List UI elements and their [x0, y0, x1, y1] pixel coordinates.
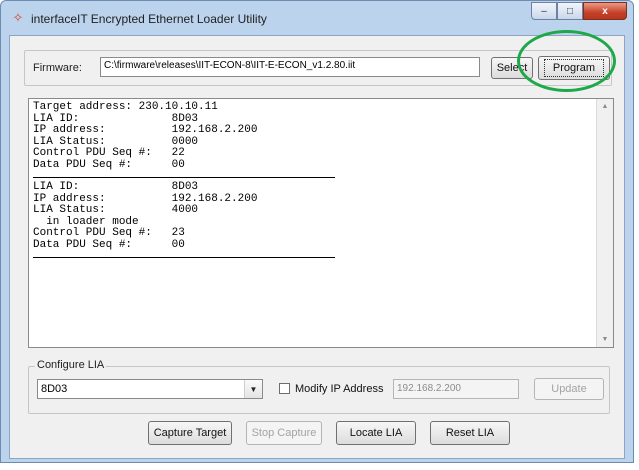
- firmware-path-field[interactable]: C:\firmware\releases\IIT-ECON-8\IIT-E-EC…: [100, 57, 480, 77]
- app-icon[interactable]: ✧: [11, 11, 25, 25]
- firmware-label: Firmware:: [33, 62, 82, 74]
- stop-capture-button[interactable]: Stop Capture: [246, 421, 322, 445]
- scroll-up-icon[interactable]: ▲: [597, 103, 613, 110]
- scroll-down-icon[interactable]: ▼: [597, 336, 613, 343]
- program-highlight-annotation: [517, 30, 616, 92]
- caption-buttons: – □ x: [531, 2, 627, 20]
- log-scrollbar[interactable]: ▲ ▼: [596, 99, 613, 347]
- log-line: Data PDU Seq #: 00: [33, 158, 185, 171]
- configure-lia-legend: Configure LIA: [35, 359, 107, 371]
- ip-address-field[interactable]: 192.168.2.200: [393, 379, 519, 399]
- lia-select-value: 8D03: [41, 383, 68, 395]
- modify-ip-checkbox[interactable]: [279, 383, 290, 394]
- close-icon: x: [602, 5, 608, 17]
- stop-capture-label: Stop Capture: [251, 427, 317, 439]
- client-area: Firmware: C:\firmware\releases\IIT-ECON-…: [9, 35, 625, 459]
- minimize-icon: –: [541, 5, 547, 17]
- reset-lia-label: Reset LIA: [445, 427, 495, 439]
- log-line: LIA Status: 4000: [33, 204, 199, 216]
- maximize-icon: □: [566, 5, 574, 17]
- log-separator: [33, 177, 335, 178]
- capture-target-label: Capture Target: [153, 427, 227, 439]
- log-line: Control PDU Seq #: 23: [33, 227, 185, 239]
- log-line: Data PDU Seq #: 00: [33, 238, 185, 251]
- chevron-down-icon[interactable]: ▼: [244, 380, 262, 398]
- log-line: IP address: 192.168.2.200: [33, 124, 258, 136]
- maximize-button[interactable]: □: [557, 2, 583, 20]
- modify-ip-label[interactable]: Modify IP Address: [295, 383, 383, 395]
- window-title: interfaceIT Encrypted Ethernet Loader Ut…: [31, 12, 267, 26]
- capture-target-button[interactable]: Capture Target: [148, 421, 232, 445]
- lia-select[interactable]: 8D03 ▼: [37, 379, 263, 399]
- log-line: LIA ID: 8D03: [33, 181, 199, 193]
- minimize-button[interactable]: –: [531, 2, 557, 20]
- status-log[interactable]: Target address: 230.10.10.11 LIA ID: 8D0…: [28, 98, 614, 348]
- log-separator: [33, 257, 335, 258]
- update-button-label: Update: [551, 383, 587, 395]
- reset-lia-button[interactable]: Reset LIA: [430, 421, 510, 445]
- close-button[interactable]: x: [583, 2, 627, 20]
- configure-lia-group: Configure LIA 8D03 ▼ Modify IP Address 1…: [28, 359, 610, 414]
- update-button[interactable]: Update: [534, 378, 604, 400]
- log-line: Control PDU Seq #: 22: [33, 147, 185, 159]
- locate-lia-label: Locate LIA: [349, 427, 403, 439]
- log-content: Target address: 230.10.10.11 LIA ID: 8D0…: [33, 101, 335, 262]
- title-bar[interactable]: ✧ interfaceIT Encrypted Ethernet Loader …: [1, 1, 633, 35]
- locate-lia-button[interactable]: Locate LIA: [336, 421, 416, 445]
- log-line: Target address: 230.10.10.11: [33, 101, 218, 113]
